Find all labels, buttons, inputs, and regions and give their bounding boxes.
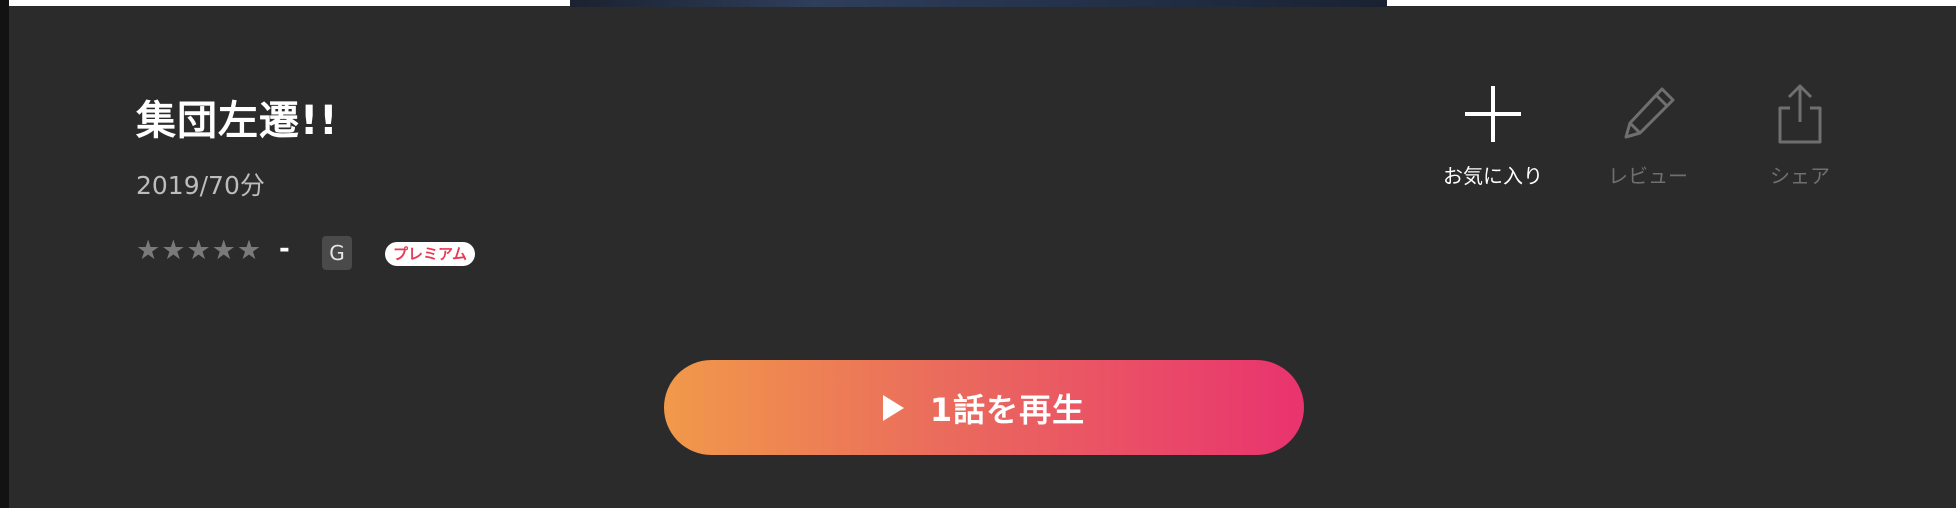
play-icon <box>882 394 904 421</box>
hero-image-bottom <box>570 0 1387 7</box>
star-rating: ★ ★ ★ ★ ★ <box>136 236 261 266</box>
favorite-label: お気に入り <box>1443 164 1543 188</box>
share-label: シェア <box>1770 164 1830 188</box>
share-icon <box>1778 84 1822 144</box>
star-icon: ★ <box>211 235 236 266</box>
pencil-icon <box>1624 87 1675 139</box>
page-title: 集団左遷!! <box>136 98 339 144</box>
age-rating-badge: G <box>322 236 352 270</box>
review-button[interactable]: レビュー <box>1583 84 1713 189</box>
year-duration: 2019/70分 <box>136 171 265 200</box>
play-button-label: 1話を再生 <box>929 390 1086 429</box>
star-icon: ★ <box>161 235 186 266</box>
share-button[interactable]: シェア <box>1735 84 1865 189</box>
plus-icon <box>1465 86 1521 142</box>
star-icon: ★ <box>186 235 211 266</box>
left-edge <box>0 0 9 508</box>
star-icon: ★ <box>236 235 262 266</box>
rating-value: - <box>279 234 290 264</box>
favorite-button[interactable]: お気に入り <box>1428 84 1558 189</box>
review-label: レビュー <box>1608 164 1688 188</box>
premium-badge: プレミアム <box>385 242 475 266</box>
star-icon: ★ <box>136 235 161 266</box>
play-episode-button[interactable]: 1話を再生 <box>664 360 1304 455</box>
